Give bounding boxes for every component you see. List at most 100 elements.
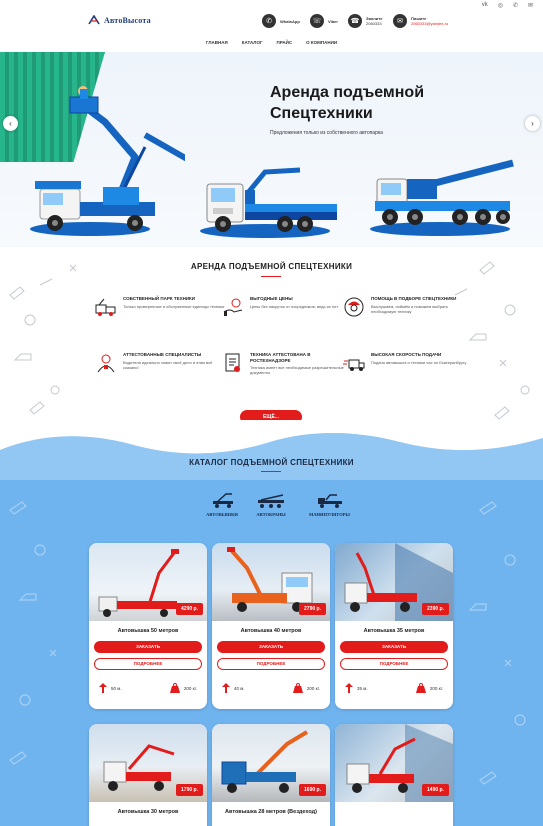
- tab-label: МАНИПУЛЯТОРЫ: [309, 512, 350, 517]
- product-name[interactable]: Автовышка 30 метров: [89, 809, 207, 815]
- feature-title: СОБСТВЕННЫЙ ПАРК ТЕХНИКИ: [123, 296, 196, 301]
- mail-icon: ✉: [393, 14, 407, 28]
- product-specs: 40 м. 200 кг.: [222, 679, 320, 697]
- product-specs: 50 м. 200 кг.: [99, 679, 197, 697]
- feature-item: ТЕХНИКА АТТЕСТОВАНА В РОСТЕХНАДЗОРЕ Техни…: [222, 352, 352, 375]
- product-card: 1490 р.: [335, 724, 453, 826]
- tab-label: АВТОВЫШКИ: [206, 512, 238, 517]
- services-background-pattern: [9, 261, 530, 420]
- product-specs: 35 м. 200 кг.: [345, 679, 443, 697]
- tab-label: АВТОКРАНЫ: [256, 512, 286, 517]
- height-arrow-icon: [345, 683, 353, 693]
- details-button[interactable]: ПОДРОБНЕЕ: [217, 658, 325, 670]
- product-card: 1690 р. Автовышка 28 метров (Вездеход): [212, 724, 330, 826]
- product-name[interactable]: Автовышка 40 метров: [212, 628, 330, 634]
- feature-desc: Выслушаем, поймём и поможем выбрать необ…: [371, 303, 448, 314]
- phone-contact[interactable]: ☎ Звоните 2060333: [348, 14, 382, 28]
- height-arrow-icon: [222, 683, 230, 693]
- weight-icon: [415, 683, 426, 693]
- price-badge: 2790 р.: [299, 603, 326, 615]
- feature-title: ВЫГОДНЫЕ ЦЕНЫ: [250, 296, 293, 301]
- instagram-icon[interactable]: ◎: [498, 2, 503, 9]
- feature-desc: Только проверенные и обслуженные единицы…: [123, 303, 225, 309]
- height-value: 35 м.: [357, 685, 368, 691]
- product-card: 2790 р. Автовышка 40 метров ЗАКАЗАТЬ ПОД…: [212, 543, 330, 709]
- product-photo[interactable]: 2790 р.: [212, 543, 330, 621]
- viber-contact[interactable]: ☏ Viber: [310, 14, 338, 28]
- nav-item-about[interactable]: О КОМПАНИИ: [306, 40, 337, 45]
- slider-prev-arrow-icon[interactable]: ‹: [3, 116, 18, 131]
- phone-icon: ☎: [348, 14, 362, 28]
- whatsapp-contact[interactable]: ✆ WhatsApp: [262, 14, 300, 28]
- product-name[interactable]: Автовышка 35 метров: [335, 628, 453, 634]
- nav-item-home[interactable]: ГЛАВНАЯ: [206, 40, 228, 45]
- details-button[interactable]: ПОДРОБНЕЕ: [340, 658, 448, 670]
- price-badge: 1690 р.: [299, 784, 326, 796]
- viber-label: Viber: [328, 18, 338, 24]
- hero-title-line1: Аренда подъемной: [270, 84, 425, 101]
- product-card: 2390 р. Автовышка 35 метров ЗАКАЗАТЬ ПОД…: [335, 543, 453, 709]
- nav-item-catalog[interactable]: КАТАЛОГ: [242, 40, 263, 45]
- product-photo[interactable]: 1690 р.: [212, 724, 330, 802]
- services-title: АРЕНДА ПОДЪЕМНОЙ СПЕЦТЕХНИКИ: [190, 262, 353, 271]
- logo-text: АвтоВысота: [104, 15, 151, 25]
- details-button[interactable]: ПОДРОБНЕЕ: [94, 658, 202, 670]
- product-photo[interactable]: 1490 р.: [335, 724, 453, 802]
- height-value: 40 м.: [234, 685, 245, 691]
- feature-item: ВЫСОКАЯ СКОРОСТЬ ПОДАЧИ Подача автовышек …: [343, 352, 473, 374]
- hero-title-line2: Спецтехники: [270, 105, 373, 122]
- price-badge: 1490 р.: [422, 784, 449, 796]
- height-arrow-icon: [99, 683, 107, 693]
- price-badge: 4290 р.: [176, 603, 203, 615]
- main-nav: ГЛАВНАЯ КАТАЛОГ ПРАЙС О КОМПАНИИ: [0, 40, 543, 45]
- weight-icon: [292, 683, 303, 693]
- mail-icon[interactable]: ✉: [528, 2, 533, 9]
- price-badge: 1790 р.: [176, 784, 203, 796]
- load-value: 200 кг.: [306, 685, 320, 691]
- height-value: 50 м.: [111, 685, 122, 691]
- phone-icon[interactable]: ✆: [513, 2, 518, 9]
- social-bar: vk ◎ ✆ ✉: [482, 2, 533, 9]
- aerial-platform-icon: [213, 493, 233, 508]
- feature-item: ВЫГОДНЫЕ ЦЕНЫ Цены без накруток от посред…: [222, 296, 352, 318]
- whatsapp-icon: ✆: [262, 14, 276, 28]
- title-underline: [261, 276, 281, 277]
- product-name[interactable]: Автовышка 50 метров: [89, 628, 207, 634]
- product-photo[interactable]: 4290 р.: [89, 543, 207, 621]
- order-button[interactable]: ЗАКАЗАТЬ: [94, 641, 202, 653]
- tab-cranes[interactable]: АВТОКРАНЫ: [251, 492, 291, 517]
- page: vk ◎ ✆ ✉ АвтоВысота ✆ WhatsApp ☏ Viber ☎…: [0, 0, 543, 826]
- order-button[interactable]: ЗАКАЗАТЬ: [217, 641, 325, 653]
- money-hand-icon: [223, 298, 243, 316]
- vk-icon[interactable]: vk: [482, 2, 488, 9]
- email-contact[interactable]: ✉ Пишите 2060333@yandex.ru: [393, 14, 448, 28]
- logo[interactable]: АвтоВысота: [88, 15, 151, 25]
- feature-title: ПОМОЩЬ В ПОДБОРЕ СПЕЦТЕХНИКИ: [371, 296, 457, 301]
- product-photo[interactable]: 1790 р.: [89, 724, 207, 802]
- product-name[interactable]: Автовышка 28 метров (Вездеход): [212, 809, 330, 815]
- mobile-crane-image: [375, 159, 514, 225]
- slider-next-arrow-icon[interactable]: ›: [525, 116, 540, 131]
- tab-manipulators[interactable]: МАНИПУЛЯТОРЫ: [309, 492, 350, 517]
- product-card: 4290 р. Автовышка 50 метров ЗАКАЗАТЬ ПОД…: [89, 543, 207, 709]
- catalog-title: КАТАЛОГ ПОДЪЕМНОЙ СПЕЦТЕХНИКИ: [189, 458, 354, 467]
- tab-aerial-platforms[interactable]: АВТОВЫШКИ: [202, 492, 242, 517]
- truck-icon: [95, 298, 116, 316]
- worker-icon: [344, 297, 364, 317]
- hero-subtitle: Предложения только из собственного автоп…: [270, 130, 383, 136]
- feature-item: АТТЕСТОВАННЫЕ СПЕЦИАЛИСТЫ Водители идеаль…: [95, 352, 225, 374]
- manipulator-icon: [318, 494, 342, 508]
- nav-item-price[interactable]: ПРАЙС: [277, 40, 293, 45]
- weight-icon: [169, 683, 180, 693]
- feature-desc: Цены без накруток от посредников, ведь и…: [250, 303, 339, 309]
- hero-title: Аренда подъемной Спецтехники: [270, 82, 424, 124]
- aerial-platform-truck-image: [35, 86, 185, 231]
- crane-manipulator-truck-image: [206, 167, 337, 232]
- feature-desc: Водители идеально знают своё дело и этим…: [123, 359, 213, 370]
- feature-title: АТТЕСТОВАННЫЕ СПЕЦИАЛИСТЫ: [123, 352, 202, 357]
- product-photo[interactable]: 2390 р.: [335, 543, 453, 621]
- header: АвтоВысота ✆ WhatsApp ☏ Viber ☎ Звоните 2…: [0, 12, 543, 34]
- phone-number: 2060333: [366, 21, 382, 26]
- order-button[interactable]: ЗАКАЗАТЬ: [340, 641, 448, 653]
- crane-icon: [258, 494, 284, 508]
